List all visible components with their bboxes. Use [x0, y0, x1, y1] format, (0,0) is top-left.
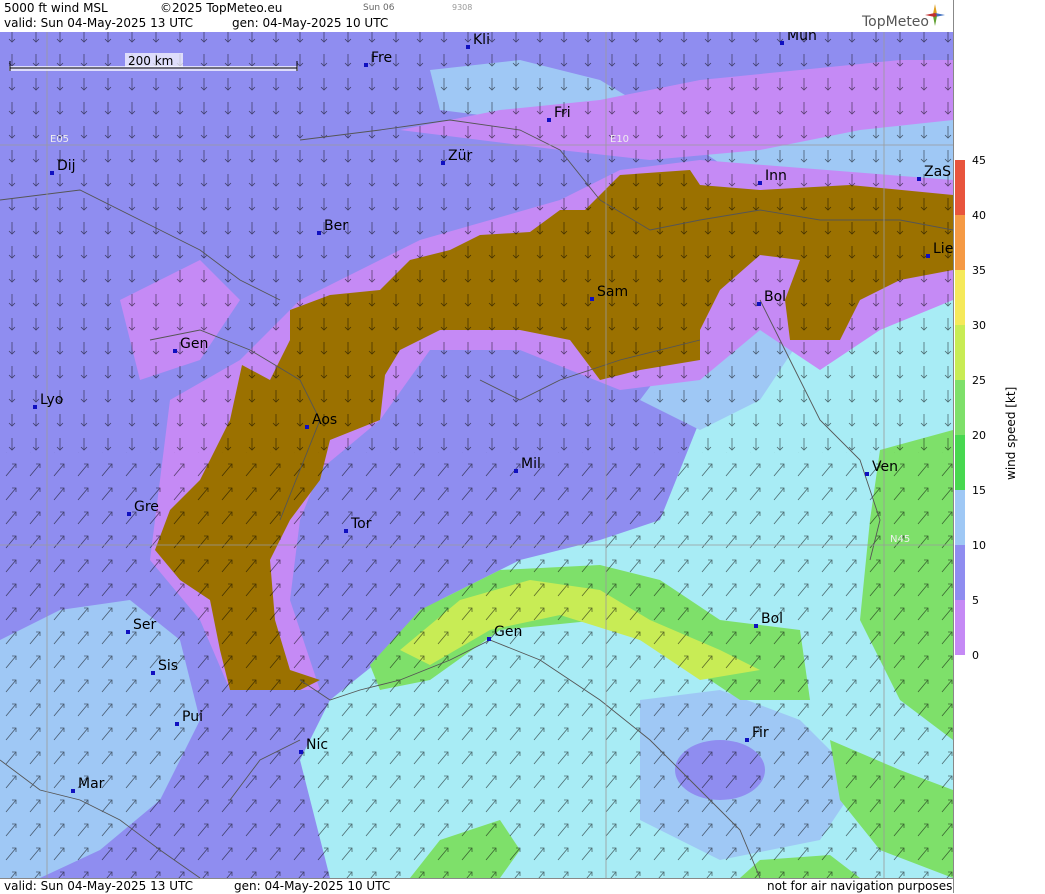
city-marker — [745, 738, 749, 742]
wind-speed-colorbar — [955, 160, 965, 655]
city-label: Ser — [133, 617, 157, 633]
colorbar-band — [955, 380, 965, 435]
city-marker — [865, 472, 869, 476]
legend-panel — [953, 0, 1045, 893]
compass-star-icon — [925, 4, 945, 26]
city-label: ZaS — [924, 164, 951, 180]
day-tab[interactable]: Sun 06 — [363, 3, 394, 13]
city-marker — [487, 637, 491, 641]
city-label: Sis — [158, 658, 178, 674]
chart-title: 5000 ft wind MSL — [4, 1, 108, 15]
city-label: Fri — [554, 105, 571, 121]
wind-arrows-north — [0, 32, 953, 452]
copyright-text: ©2025 TopMeteo.eu — [160, 1, 283, 15]
city-marker — [547, 118, 551, 122]
city-label: Gen — [494, 624, 522, 640]
colorbar-tick-label: 35 — [972, 264, 986, 277]
city-marker — [71, 789, 75, 793]
tab-code: 9308 — [452, 3, 473, 12]
city-marker — [466, 45, 470, 49]
footer-valid-time: valid: Sun 04-May-2025 13 UTC — [4, 879, 193, 893]
city-marker — [344, 529, 348, 533]
city-label: Bol — [761, 611, 783, 627]
city-marker — [175, 722, 179, 726]
city-label: Bol — [764, 289, 786, 305]
city-marker — [151, 671, 155, 675]
colorbar-band — [955, 435, 965, 490]
grid-label-e10: E10 — [610, 134, 629, 145]
wind-map-svg: E05 E10 N45 200 km Kli Mün Fre Fri Dij Zür Inn… — [0, 32, 953, 878]
grid-label-e05: E05 — [50, 134, 69, 145]
header-bar: 5000 ft wind MSL ©2025 TopMeteo.eu Sun 0… — [0, 0, 953, 33]
footer-generated-time: gen: 04-May-2025 10 UTC — [234, 879, 391, 893]
city-label: Mar — [78, 776, 105, 792]
colorbar-tick-label: 30 — [972, 319, 986, 332]
city-marker — [757, 302, 761, 306]
wind-map[interactable]: E05 E10 N45 200 km Kli Mün Fre Fri Dij Zür Inn… — [0, 32, 953, 878]
colorbar-tick-label: 10 — [972, 539, 986, 552]
city-label: Dij — [57, 158, 76, 174]
city-label: Lyo — [40, 392, 63, 408]
city-marker — [590, 297, 594, 301]
city-label: Sam — [597, 284, 628, 300]
city-label: Gre — [134, 499, 159, 515]
city-marker — [299, 750, 303, 754]
city-marker — [754, 624, 758, 628]
colorbar-band — [955, 490, 965, 545]
city-label: Fre — [371, 50, 392, 66]
colorbar-tick-label: 25 — [972, 374, 986, 387]
city-marker — [317, 231, 321, 235]
footer-bar: valid: Sun 04-May-2025 13 UTC gen: 04-Ma… — [0, 878, 953, 894]
city-marker — [126, 630, 130, 634]
city-marker — [441, 161, 445, 165]
colorbar-tick-label: 0 — [972, 649, 979, 662]
city-label: Fir — [752, 725, 769, 741]
city-label: Lie — [933, 241, 953, 257]
colorbar-band — [955, 160, 965, 215]
city-label: Mün — [787, 32, 817, 44]
city-label: Pui — [182, 709, 203, 725]
city-label: Kli — [473, 32, 490, 48]
city-label: Gen — [180, 336, 208, 352]
city-label: Nic — [306, 737, 328, 753]
city-marker — [173, 349, 177, 353]
colorbar-tick-label: 45 — [972, 154, 986, 167]
colorbar-band — [955, 215, 965, 270]
colorbar-band — [955, 545, 965, 600]
city-label: Aos — [312, 412, 337, 428]
city-marker — [758, 181, 762, 185]
wind-arrows-south — [0, 452, 953, 878]
generated-time: gen: 04-May-2025 10 UTC — [232, 16, 389, 30]
city-label: Inn — [765, 168, 787, 184]
city-marker — [926, 254, 930, 258]
city-label: Mil — [521, 456, 541, 472]
grid-label-n45: N45 — [890, 534, 910, 545]
topmeteo-logo: TopMeteo — [845, 4, 945, 30]
valid-time: valid: Sun 04-May-2025 13 UTC — [4, 16, 193, 30]
scale-label: 200 km — [128, 54, 173, 68]
city-marker — [127, 512, 131, 516]
city-marker — [33, 405, 37, 409]
colorbar-tick-label: 15 — [972, 484, 986, 497]
colorbar-tick-label: 40 — [972, 209, 986, 222]
city-marker — [514, 469, 518, 473]
disclaimer: not for air navigation purposes — [767, 879, 953, 893]
colorbar-tick-label: 20 — [972, 429, 986, 442]
city-label: Tor — [350, 516, 372, 532]
colorbar-band — [955, 325, 965, 380]
city-marker — [305, 425, 309, 429]
colorbar-tick-label: 5 — [972, 594, 979, 607]
colorbar-band — [955, 270, 965, 325]
city-label: Ven — [872, 459, 898, 475]
city-label: Zür — [448, 148, 472, 164]
brand-text: TopMeteo — [862, 14, 929, 30]
colorbar-unit-label: wind speed [kt] — [1004, 386, 1018, 480]
city-label: Ber — [324, 218, 348, 234]
city-marker — [364, 63, 368, 67]
city-marker — [50, 171, 54, 175]
colorbar-band — [955, 600, 965, 655]
city-marker — [917, 177, 921, 181]
city-marker — [780, 41, 784, 45]
